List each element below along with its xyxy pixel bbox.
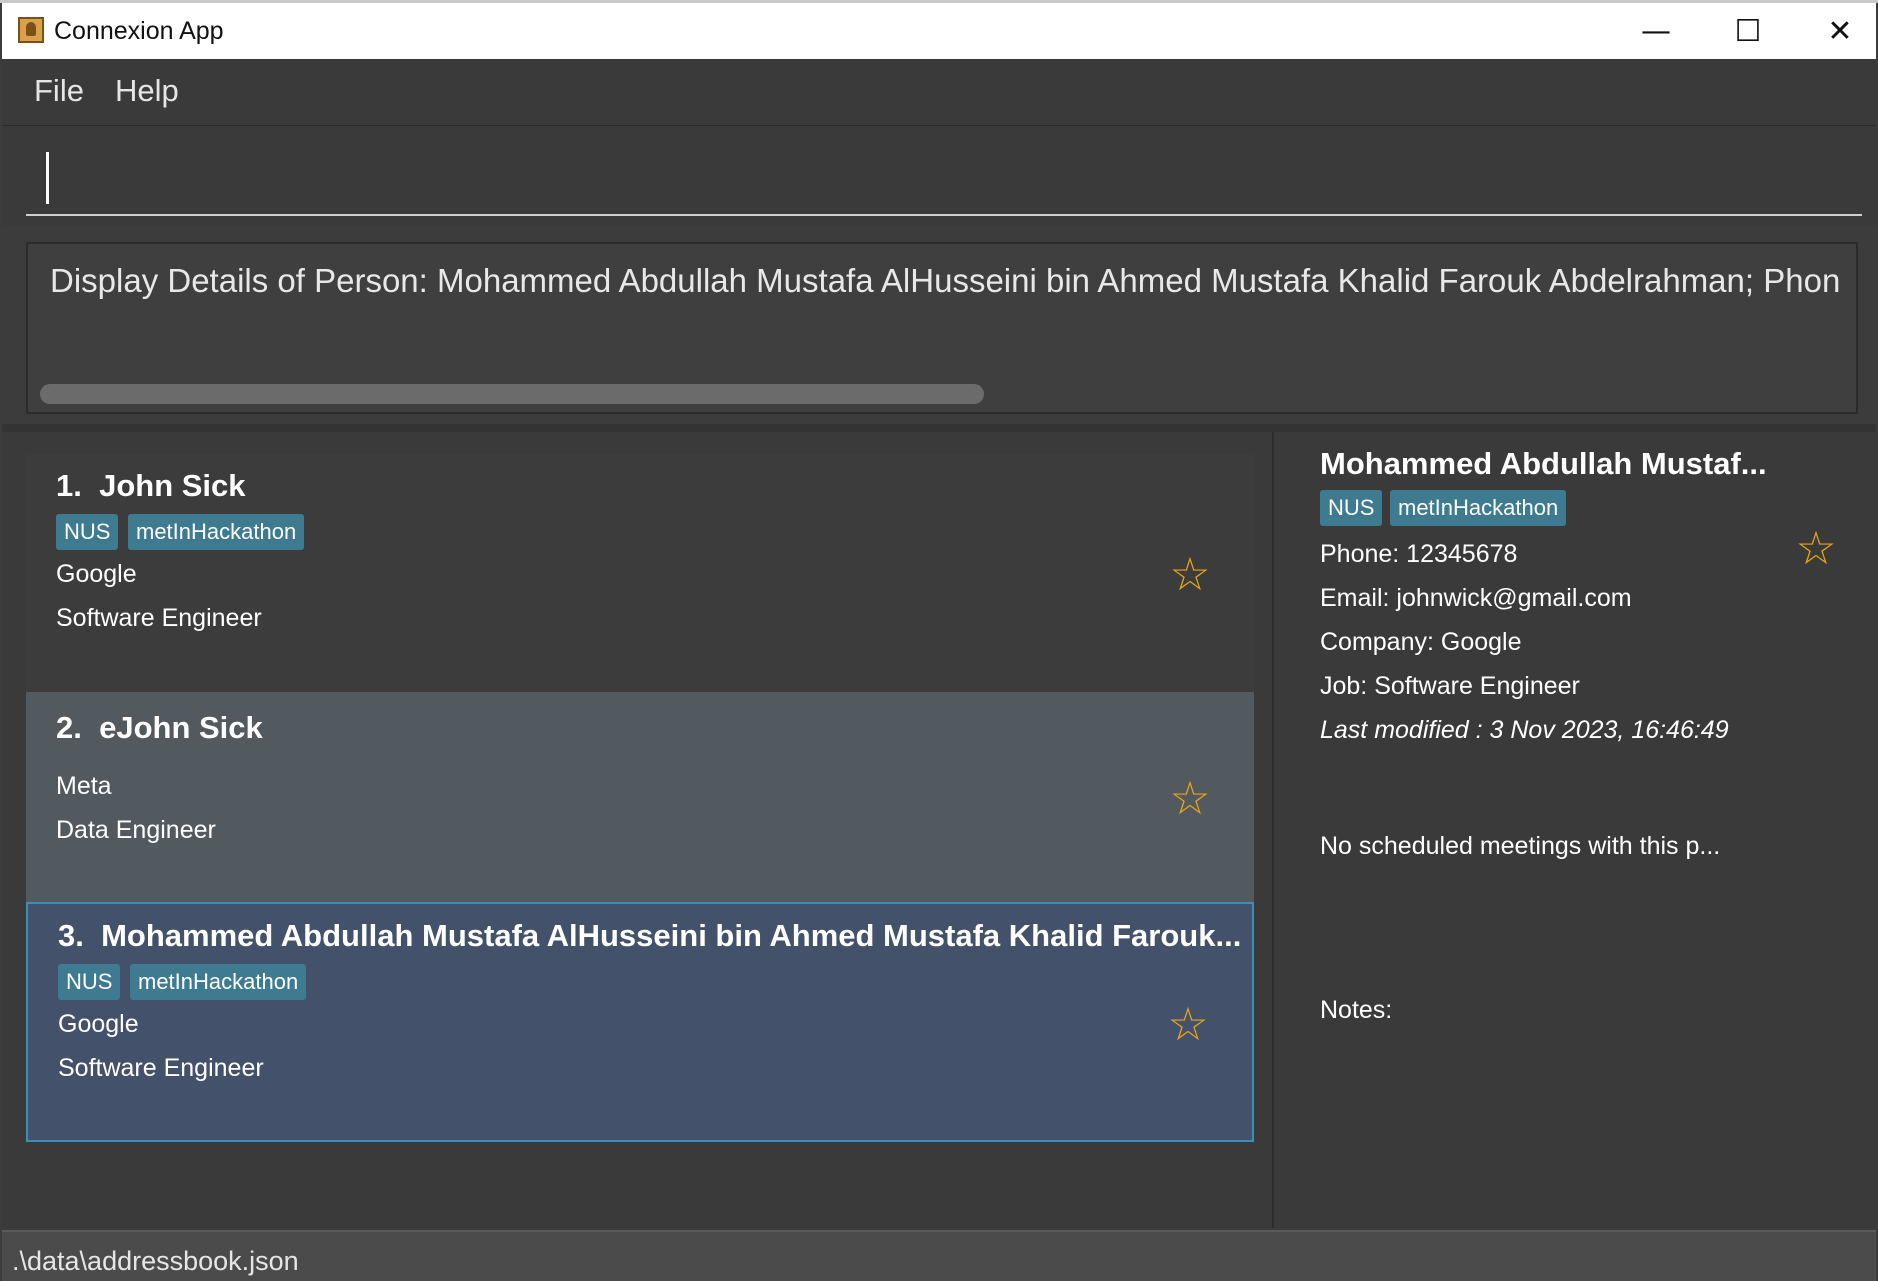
person-index: 1.: [56, 468, 82, 503]
window-title: Connexion App: [54, 17, 224, 45]
minimize-button[interactable]: —: [1610, 3, 1702, 59]
tag-metinhackathon: metInHackathon: [130, 964, 307, 1000]
person-list-panel: 1. John Sick NUS metInHackathon Google S…: [2, 432, 1274, 1228]
person-card-title: 2. eJohn Sick: [56, 710, 263, 746]
tag-nus: NUS: [58, 964, 121, 1000]
person-company: Google: [56, 560, 137, 588]
detail-phone: Phone: 12345678: [1320, 540, 1518, 568]
text-caret: [46, 152, 49, 204]
detail-job: Job: Software Engineer: [1320, 672, 1580, 700]
menu-bar: File Help: [2, 59, 1876, 126]
person-job: Software Engineer: [58, 1054, 264, 1082]
favourite-star-icon[interactable]: ☆: [1166, 550, 1214, 598]
title-bar[interactable]: Connexion App — ☐ ✕: [2, 3, 1876, 59]
status-bar: .\data\addressbook.json: [2, 1230, 1876, 1281]
detail-email: Email: johnwick@gmail.com: [1320, 584, 1632, 612]
command-box: [2, 126, 1876, 226]
person-job: Data Engineer: [56, 816, 216, 844]
maximize-button[interactable]: ☐: [1702, 3, 1794, 59]
tag-nus: NUS: [56, 514, 119, 550]
result-text: Display Details of Person: Mohammed Abdu…: [50, 262, 1840, 299]
favourite-star-icon[interactable]: ☆: [1166, 774, 1214, 822]
person-card-2[interactable]: 2. eJohn Sick Meta Data Engineer ☆: [26, 692, 1254, 902]
detail-company: Company: Google: [1320, 628, 1522, 656]
detail-notes-label: Notes:: [1320, 996, 1393, 1024]
menu-help[interactable]: Help: [115, 73, 179, 109]
person-index: 3.: [58, 918, 84, 953]
detail-name: Mohammed Abdullah Mustaf...: [1320, 446, 1767, 481]
person-name: eJohn Sick: [99, 710, 263, 745]
tag-metinhackathon: metInHackathon: [128, 514, 305, 550]
person-job: Software Engineer: [56, 604, 262, 632]
close-button[interactable]: ✕: [1794, 3, 1878, 59]
favourite-star-icon[interactable]: ☆: [1792, 524, 1840, 572]
status-file-path: .\data\addressbook.json: [12, 1246, 299, 1276]
person-name: John Sick: [99, 468, 246, 503]
person-company: Meta: [56, 772, 112, 800]
person-name: Mohammed Abdullah Mustafa AlHusseini bin…: [101, 918, 1242, 953]
person-detail-panel: Mohammed Abdullah Mustaf... NUS metInHac…: [1274, 432, 1876, 1228]
favourite-star-icon[interactable]: ☆: [1164, 1000, 1212, 1048]
person-index: 2.: [56, 710, 82, 745]
tag-metinhackathon: metInHackathon: [1390, 490, 1567, 526]
menu-file[interactable]: File: [34, 73, 84, 109]
person-card-3[interactable]: 3. Mohammed Abdullah Mustafa AlHusseini …: [26, 902, 1254, 1142]
panel-divider: [2, 424, 1876, 432]
person-card-1[interactable]: 1. John Sick NUS metInHackathon Google S…: [26, 454, 1254, 692]
person-company: Google: [58, 1010, 139, 1038]
command-input[interactable]: [26, 146, 1862, 216]
detail-meetings: No scheduled meetings with this p...: [1320, 832, 1721, 860]
detail-last-modified: Last modified : 3 Nov 2023, 16:46:49: [1320, 716, 1729, 744]
person-card-title: 3. Mohammed Abdullah Mustafa AlHusseini …: [58, 918, 1241, 954]
tag-nus: NUS: [1320, 490, 1383, 526]
person-card-title: 1. John Sick: [56, 468, 246, 504]
horizontal-scrollbar[interactable]: [40, 384, 984, 404]
app-icon: [18, 17, 44, 43]
result-display[interactable]: Display Details of Person: Mohammed Abdu…: [26, 242, 1858, 414]
